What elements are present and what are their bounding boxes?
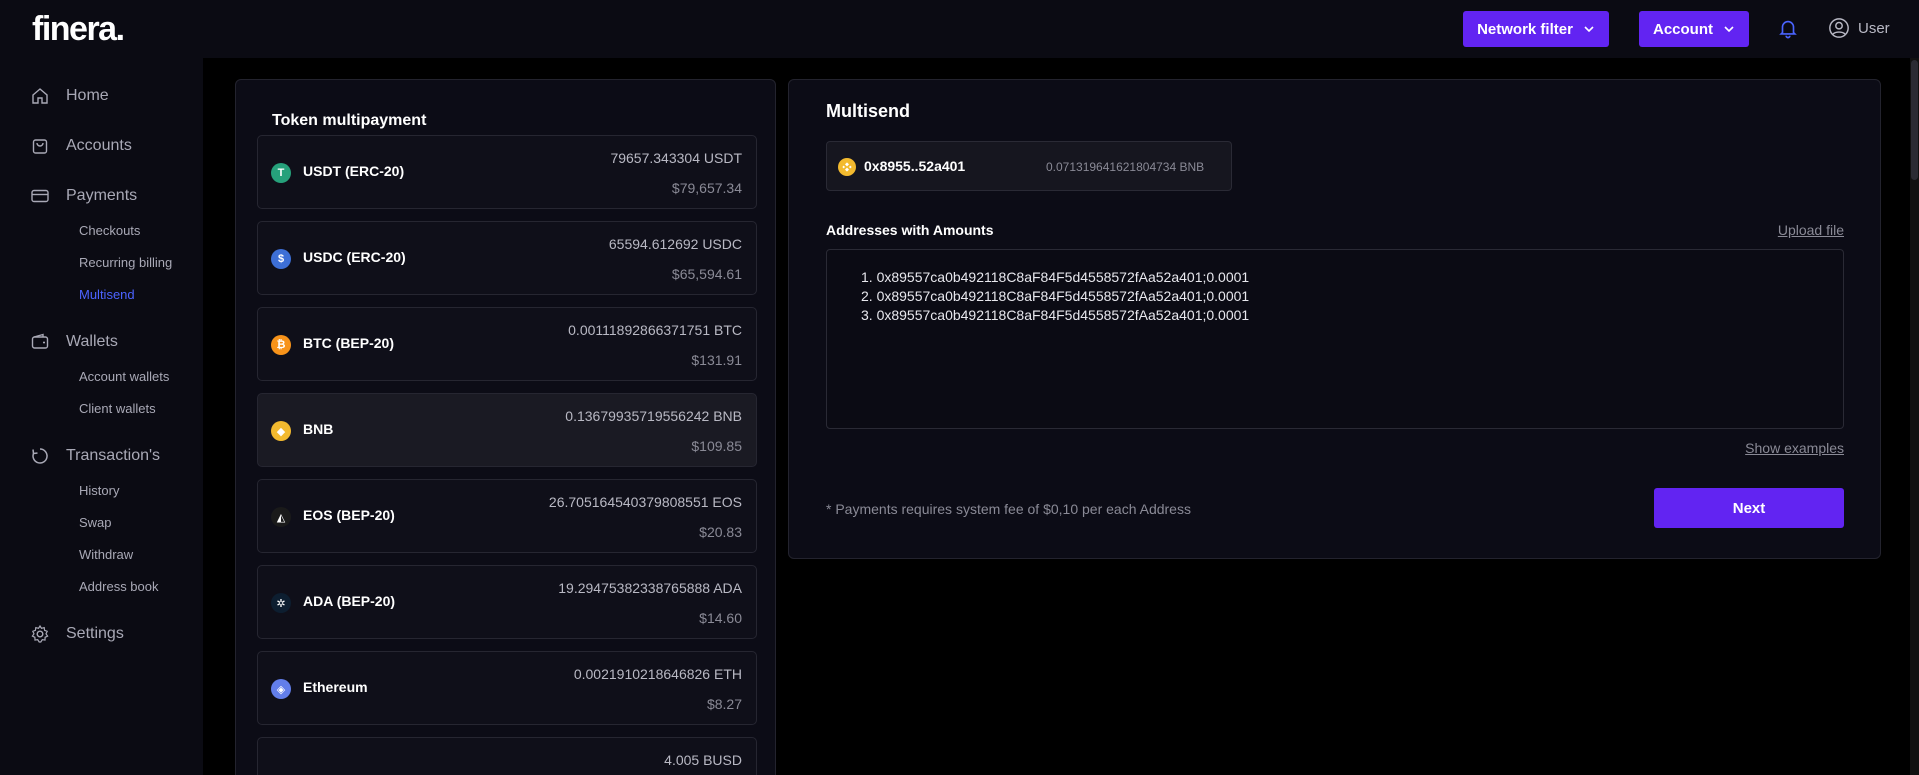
- token-usd-value: $109.85: [691, 438, 742, 454]
- sidebar-item-label: Home: [66, 87, 109, 104]
- token-name: USDT (ERC-20): [303, 163, 405, 179]
- token-usd-value: $65,594.61: [671, 266, 742, 282]
- token-usd-value: $131.91: [691, 352, 742, 368]
- shopping-bag-icon: [32, 139, 48, 154]
- token-amount: 4.005 BUSD: [664, 752, 742, 768]
- network-filter-label: Network filter: [1477, 20, 1573, 38]
- addresses-label: Addresses with Amounts: [826, 222, 994, 238]
- address-line: 1. 0x89557ca0b492118C8aF84F5d4558572fAa5…: [861, 269, 1250, 285]
- token-name: Ethereum: [303, 679, 368, 695]
- token-row[interactable]: 4.005 BUSD: [257, 737, 757, 775]
- sidebar-item-account-wallets[interactable]: Account wallets: [79, 369, 169, 384]
- home-icon: [32, 88, 48, 104]
- app-logo[interactable]: finera.: [32, 10, 125, 49]
- token-row[interactable]: ◈ Ethereum 0.0021910218646826 ETH $8.27: [257, 651, 757, 725]
- chevron-down-icon: [1724, 26, 1734, 33]
- chevron-down-icon: [1584, 26, 1594, 33]
- token-row[interactable]: ◆ BNB 0.13679935719556242 BNB $109.85: [257, 393, 757, 467]
- token-row[interactable]: $ USDC (ERC-20) 65594.612692 USDC $65,594.6…: [257, 221, 757, 295]
- token-amount: 65594.612692 USDC: [608, 236, 742, 252]
- wallet-selector[interactable]: 0x8955..52a401 0.071319641621804734 BNB: [826, 141, 1232, 191]
- token-row[interactable]: ₿ BTC (BEP-20) 0.00111892866371751 BTC $131…: [257, 307, 757, 381]
- sidebar-item-address-book[interactable]: Address book: [79, 579, 159, 594]
- sidebar-item-multisend[interactable]: Multisend: [79, 287, 135, 302]
- usdt-icon: T: [271, 163, 291, 183]
- token-multipayment-panel: Token multipayment T USDT (ERC-20) 79657.3…: [235, 79, 776, 775]
- addresses-textarea[interactable]: 1. 0x89557ca0b492118C8aF84F5d4558572fAa5…: [826, 249, 1844, 429]
- sidebar-item-label: Payments: [66, 187, 138, 204]
- wallet-address: 0x8955..52a401: [864, 158, 966, 174]
- multisend-panel: Multisend 0x8955..52a401 0.0713196416218…: [788, 79, 1881, 559]
- gear-icon: [31, 624, 49, 643]
- sidebar-item-payments[interactable]: Payments: [30, 186, 137, 206]
- bell-icon[interactable]: [1777, 16, 1799, 40]
- token-name: ADA (BEP-20): [303, 593, 396, 609]
- next-button[interactable]: Next: [1654, 488, 1844, 528]
- scrollbar-thumb[interactable]: [1911, 60, 1918, 180]
- bnb-icon: ◆: [271, 421, 291, 441]
- eos-icon: ◭: [271, 507, 291, 527]
- token-usd-value: $14.60: [699, 610, 742, 626]
- wallet-icon: [31, 333, 49, 349]
- user-label: User: [1858, 19, 1890, 37]
- token-name: EOS (BEP-20): [303, 507, 395, 523]
- sidebar-item-swap[interactable]: Swap: [79, 515, 112, 530]
- sidebar-item-recurring-billing[interactable]: Recurring billing: [79, 255, 172, 270]
- sidebar-item-client-wallets[interactable]: Client wallets: [79, 401, 156, 416]
- token-amount: 79657.343304 USDT: [610, 150, 742, 166]
- sidebar-item-label: Transaction's: [66, 447, 161, 464]
- history-icon: [32, 448, 48, 464]
- token-row[interactable]: ✲ ADA (BEP-20) 19.29475382338765888 ADA $14…: [257, 565, 757, 639]
- sidebar-item-wallets[interactable]: Wallets: [30, 332, 118, 352]
- sidebar-item-history[interactable]: History: [79, 483, 119, 498]
- token-amount: 0.13679935719556242 BNB: [565, 408, 742, 424]
- address-line: 3. 0x89557ca0b492118C8aF84F5d4558572fAa5…: [861, 307, 1250, 323]
- token-amount: 0.00111892866371751 BTC: [568, 322, 742, 338]
- multisend-title: Multisend: [826, 101, 910, 121]
- token-amount: 19.29475382338765888 ADA: [558, 580, 742, 596]
- sidebar-item-label: Accounts: [66, 137, 132, 154]
- sidebar-item-home[interactable]: Home: [30, 86, 109, 106]
- bnb-icon: [838, 158, 856, 176]
- token-usd-value: $20.83: [699, 524, 742, 540]
- usdc-icon: $: [271, 249, 291, 269]
- token-row[interactable]: T USDT (ERC-20) 79657.343304 USDT $79,657.3…: [257, 135, 757, 209]
- address-list: 1. 0x89557ca0b492118C8aF84F5d4558572fAa5…: [847, 268, 1823, 325]
- show-examples-link[interactable]: Show examples: [1745, 440, 1844, 456]
- fee-note: * Payments requires system fee of $0,10 …: [826, 501, 1191, 517]
- top-bar: finera. Network filter Account User: [0, 0, 1919, 58]
- sidebar-item-label: Wallets: [66, 333, 118, 350]
- token-name: USDC (ERC-20): [303, 249, 406, 265]
- token-usd-value: $8.27: [706, 696, 742, 712]
- sidebar-item-checkouts[interactable]: Checkouts: [79, 223, 140, 238]
- token-name: BNB: [303, 421, 334, 437]
- sidebar-item-withdraw[interactable]: Withdraw: [79, 547, 133, 562]
- token-name: BTC (BEP-20): [303, 335, 395, 351]
- sidebar-item-transactions[interactable]: Transaction's: [30, 446, 160, 466]
- sidebar-item-label: Settings: [66, 625, 124, 642]
- account-button[interactable]: Account: [1639, 11, 1749, 47]
- token-row[interactable]: ◭ EOS (BEP-20) 26.705164540379808551 EOS $2…: [257, 479, 757, 553]
- sidebar-item-settings[interactable]: Settings: [30, 624, 124, 644]
- token-amount: 26.705164540379808551 EOS: [548, 494, 742, 510]
- ada-icon: ✲: [271, 593, 291, 613]
- panel-title: Token multipayment: [272, 112, 427, 129]
- eth-icon: ◈: [271, 679, 291, 699]
- credit-card-icon: [31, 189, 49, 203]
- address-line: 2. 0x89557ca0b492118C8aF84F5d4558572fAa5…: [861, 288, 1250, 304]
- token-usd-value: $79,657.34: [671, 180, 742, 196]
- network-filter-button[interactable]: Network filter: [1463, 11, 1609, 47]
- upload-file-link[interactable]: Upload file: [1778, 222, 1844, 238]
- page-scrollbar[interactable]: [1910, 58, 1919, 775]
- sidebar-item-accounts[interactable]: Accounts: [30, 136, 132, 156]
- user-menu[interactable]: User: [1828, 17, 1890, 39]
- token-amount: 0.0021910218646826 ETH: [573, 666, 742, 682]
- sidebar: Home Accounts Payments Checkouts Recurri…: [0, 58, 203, 775]
- user-icon: [1829, 18, 1849, 38]
- btc-icon: ₿: [271, 335, 291, 355]
- account-label: Account: [1653, 20, 1713, 38]
- wallet-balance: 0.071319641621804734 BNB: [1046, 160, 1205, 174]
